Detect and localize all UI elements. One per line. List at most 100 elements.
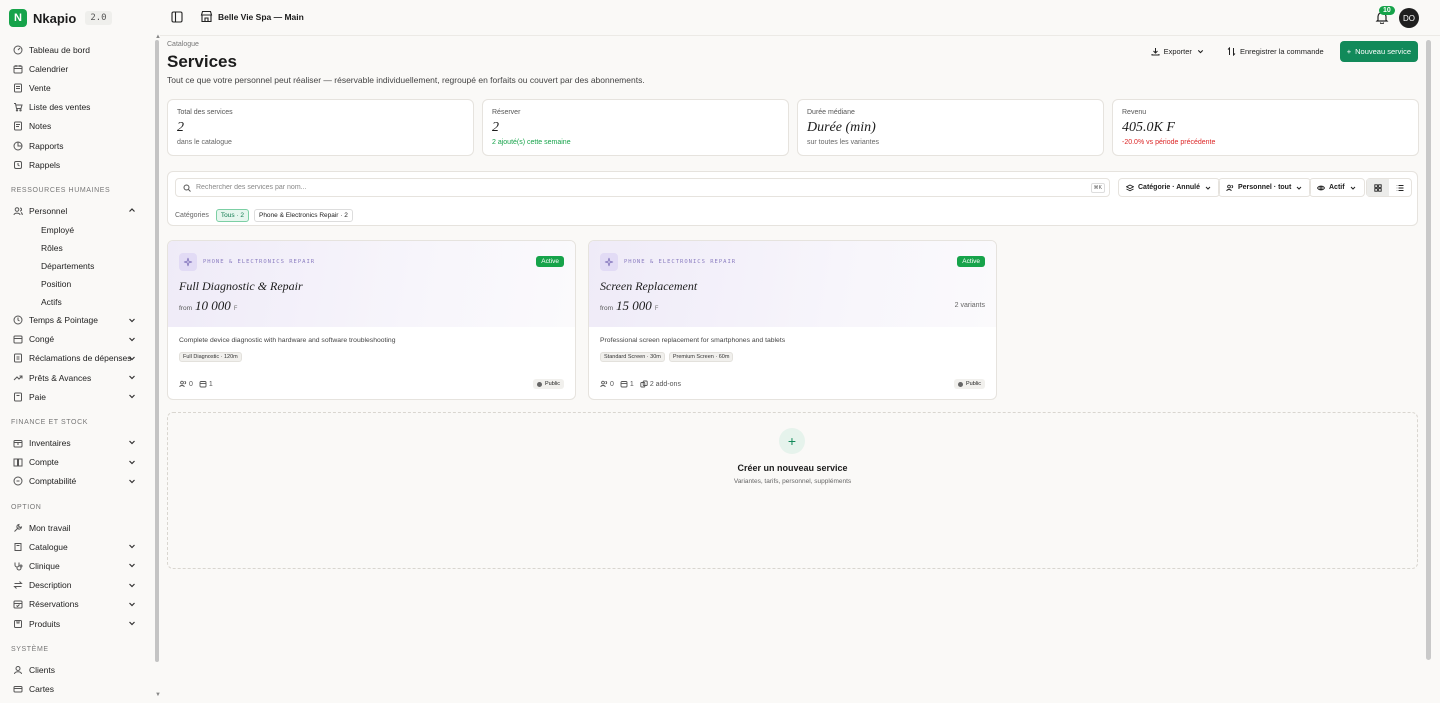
create-service-tile[interactable]: + Créer un nouveau service Variantes, ta…	[167, 412, 1418, 569]
sidebar-item-label: Cartes	[29, 683, 55, 694]
sidebar-item-description[interactable]: Description	[0, 576, 152, 595]
section-option: OPTION	[11, 503, 42, 511]
save-order-button[interactable]: Enregistrer la commande	[1221, 42, 1330, 61]
sidebar-item-products[interactable]: Produits	[0, 614, 152, 633]
sidebar-toggle-icon[interactable]	[171, 11, 183, 23]
sidebar-item-clinic[interactable]: Clinique	[0, 556, 152, 575]
catalogue-icon	[13, 542, 23, 552]
product-icon	[13, 619, 23, 629]
sidebar-item-dashboard[interactable]: Tableau de bord	[0, 40, 152, 59]
sidebar-item-reservations[interactable]: Réservations	[0, 595, 152, 614]
sidebar-item-cards[interactable]: Cartes	[0, 679, 152, 698]
sidebar-item-reports[interactable]: Rapports	[0, 136, 152, 155]
stat-card-bookable: Réserver 2 2 ajouté(s) cette semaine	[482, 99, 789, 156]
sidebar-subitem-assets[interactable]: Actifs	[0, 293, 152, 311]
sidebar-subitem-position[interactable]: Position	[0, 275, 152, 293]
sidebar-scrollbar[interactable]	[155, 40, 159, 662]
save-order-label: Enregistrer la commande	[1239, 47, 1324, 56]
sidebar-item-account[interactable]: Compte	[0, 453, 152, 472]
visibility-label: Public	[966, 381, 981, 387]
card-category: PHONE & ELECTRONICS REPAIR	[179, 253, 315, 271]
sidebar-item-accounting[interactable]: Comptabilité	[0, 472, 152, 491]
sidebar-item-sale[interactable]: Vente	[0, 78, 152, 97]
grid-view-button[interactable]	[1367, 179, 1389, 196]
sidebar-item-reminders[interactable]: Rappels	[0, 155, 152, 174]
sidebar-item-label: Réservations	[29, 599, 79, 610]
sidebar-item-label: Vente	[29, 82, 51, 93]
sidebar-item-personnel[interactable]: Personnel	[0, 201, 152, 220]
addons-label: 2 add-ons	[649, 380, 681, 388]
stat-card-total: Total des services 2 dans le catalogue	[167, 99, 474, 156]
status-filter[interactable]: Actif	[1309, 178, 1365, 197]
sidebar-subitem-departments[interactable]: Départements	[0, 257, 152, 275]
sidebar-item-expense-claims[interactable]: Réclamations de dépenses	[0, 349, 152, 368]
category-name: PHONE & ELECTRONICS REPAIR	[624, 259, 737, 265]
sort-icon	[1227, 47, 1236, 56]
sidebar-subitem-employee[interactable]: Employé	[0, 221, 152, 239]
service-title: Full Diagnostic & Repair	[179, 279, 303, 293]
price-value: 10 000	[195, 298, 231, 313]
stat-label: Total des services	[177, 109, 233, 116]
sidebar-item-leave[interactable]: Congé	[0, 330, 152, 349]
sidebar-item-label: Compte	[29, 457, 59, 468]
sidebar-item-label: Notes	[29, 121, 52, 132]
chevron-down-icon	[129, 602, 135, 607]
sidebar-item-calendar[interactable]: Calendrier	[0, 59, 152, 78]
stat-value: 2	[177, 120, 184, 135]
chart-icon	[13, 141, 23, 151]
expense-icon	[13, 353, 23, 363]
search-input[interactable]	[196, 184, 1086, 191]
avatar[interactable]: DO	[1399, 8, 1419, 28]
sidebar-nav: Tableau de bord Calendrier Vente Liste d…	[0, 40, 152, 699]
resource-count: 1	[620, 380, 634, 388]
chevron-up-icon	[129, 208, 135, 213]
sidebar-item-label: Comptabilité	[29, 476, 77, 487]
stat-label: Réserver	[492, 109, 521, 116]
create-service-title: Créer un nouveau service	[737, 463, 848, 473]
service-card[interactable]: PHONE & ELECTRONICS REPAIR Active Full D…	[167, 240, 576, 400]
price-currency: F	[654, 306, 659, 312]
category-filter[interactable]: Catégorie · Annulé	[1118, 178, 1220, 197]
visibility-badge: Public	[533, 379, 564, 389]
sidebar-item-payroll[interactable]: Paie	[0, 387, 152, 406]
sidebar-item-loans[interactable]: Prêts & Avances	[0, 368, 152, 387]
user-icon	[13, 665, 23, 675]
store-selector[interactable]: Belle Vie Spa — Main	[200, 10, 304, 23]
page-title: Services	[167, 52, 237, 71]
sidebar-item-label: Rappels	[29, 159, 61, 170]
plus-icon: +	[1346, 47, 1352, 56]
stat-label: Revenu	[1122, 109, 1147, 116]
sidebar-item-inventories[interactable]: Inventaires	[0, 433, 152, 452]
brand[interactable]: N Nkapio 2.0	[9, 9, 112, 27]
new-service-button[interactable]: + Nouveau service	[1339, 41, 1418, 62]
service-card[interactable]: PHONE & ELECTRONICS REPAIR Active Screen…	[588, 240, 997, 400]
main-scrollbar[interactable]	[1426, 40, 1431, 660]
section-hr: RESSOURCES HUMAINES	[11, 186, 111, 194]
note-icon	[13, 121, 23, 131]
sidebar-item-time-tracking[interactable]: Temps & Pointage	[0, 311, 152, 330]
list-view-button[interactable]	[1389, 179, 1411, 196]
card-category: PHONE & ELECTRONICS REPAIR	[600, 253, 736, 271]
shortcut-hint: ⌘K	[1090, 182, 1105, 193]
staff-filter[interactable]: Personnel · tout	[1218, 178, 1312, 197]
variant-tag: Premium Screen · 60m	[668, 352, 734, 362]
sidebar-item-my-work[interactable]: Mon travail	[0, 518, 152, 537]
clock-icon	[13, 315, 23, 325]
export-label: Exporter	[1163, 47, 1192, 56]
sidebar-item-sales-list[interactable]: Liste des ventes	[0, 98, 152, 117]
chip-all[interactable]: Tous · 2	[215, 209, 249, 222]
create-service-subtitle: Variantes, tarifs, personnel, supplément…	[733, 478, 852, 485]
sidebar-item-catalogue[interactable]: Catalogue	[0, 537, 152, 556]
sidebar-item-notes[interactable]: Notes	[0, 117, 152, 136]
status-badge: Active	[536, 256, 564, 267]
export-button[interactable]: Exporter	[1145, 42, 1211, 61]
globe-icon	[958, 381, 964, 387]
chip-phone-repair[interactable]: Phone & Electronics Repair · 2	[253, 209, 353, 222]
sidebar-subitem-roles[interactable]: Rôles	[0, 239, 152, 257]
stat-card-median-duration: Durée médiane Durée (min) sur toutes les…	[797, 99, 1104, 156]
chevron-down-icon	[1296, 186, 1302, 190]
globe-icon	[537, 381, 543, 387]
breadcrumb[interactable]: Catalogue	[167, 41, 199, 48]
sidebar-item-clients[interactable]: Clients	[0, 660, 152, 679]
stat-sub: 2 ajouté(s) cette semaine	[492, 139, 571, 146]
